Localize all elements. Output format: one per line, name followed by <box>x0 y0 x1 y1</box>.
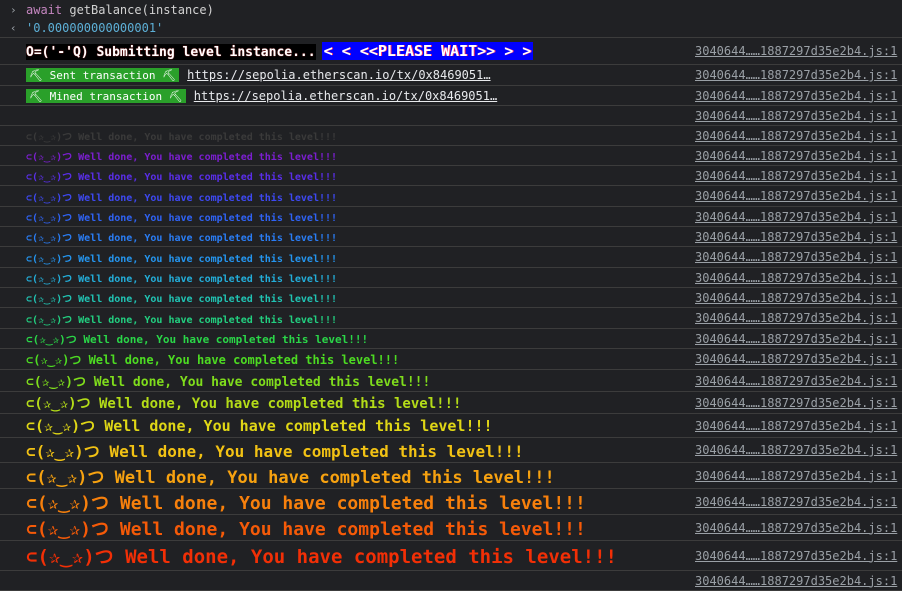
well-done-rows: ⊂(✰‿✰)つ Well done, You have completed th… <box>0 126 902 571</box>
command-call: getBalance(instance) <box>62 2 214 17</box>
source-link[interactable]: 3040644……1887297d35e2b4.js:1 <box>695 149 897 163</box>
log-row-well-done: ⊂(✰‿✰)つ Well done, You have completed th… <box>0 414 902 438</box>
await-keyword: await <box>26 2 63 17</box>
source-link[interactable]: 3040644……1887297d35e2b4.js:1 <box>695 332 897 346</box>
source-link[interactable]: 3040644……1887297d35e2b4.js:1 <box>695 291 897 305</box>
log-row-well-done: ⊂(✰‿✰)つ Well done, You have completed th… <box>0 186 902 207</box>
log-row-well-done: ⊂(✰‿✰)つ Well done, You have completed th… <box>0 329 902 349</box>
console-result-row: ‹ '0.000000000000001' <box>0 19 902 38</box>
source-link[interactable]: 3040644……1887297d35e2b4.js:1 <box>695 271 897 285</box>
log-row-well-done: ⊂(✰‿✰)つ Well done, You have completed th… <box>0 541 902 571</box>
log-row-well-done: ⊂(✰‿✰)つ Well done, You have completed th… <box>0 308 902 329</box>
log-row-well-done: ⊂(✰‿✰)つ Well done, You have completed th… <box>0 438 902 463</box>
log-row-well-done: ⊂(✰‿✰)つ Well done, You have completed th… <box>0 146 902 166</box>
log-row-well-done: ⊂(✰‿✰)つ Well done, You have completed th… <box>0 392 902 414</box>
submitting-text: O=('-'Q) Submitting level instance... <box>26 44 316 60</box>
source-link[interactable]: 3040644……1887297d35e2b4.js:1 <box>695 89 897 103</box>
source-link[interactable]: 3040644……1887297d35e2b4.js:1 <box>695 419 897 433</box>
mined-tx-link[interactable]: https://sepolia.etherscan.io/tx/0x846905… <box>194 89 497 103</box>
log-row-well-done: ⊂(✰‿✰)つ Well done, You have completed th… <box>0 515 902 541</box>
source-link[interactable]: 3040644……1887297d35e2b4.js:1 <box>695 443 897 457</box>
sent-transaction-badge: ⛏ Sent transaction ⛏ <box>26 68 180 82</box>
source-link[interactable]: 3040644……1887297d35e2b4.js:1 <box>695 352 897 366</box>
source-link[interactable]: 3040644……1887297d35e2b4.js:1 <box>695 495 897 509</box>
result-value: '0.000000000000001' <box>26 21 164 35</box>
source-link[interactable]: 3040644……1887297d35e2b4.js:1 <box>695 129 897 143</box>
source-link[interactable]: 3040644……1887297d35e2b4.js:1 <box>695 109 897 123</box>
log-row-well-done: ⊂(✰‿✰)つ Well done, You have completed th… <box>0 166 902 186</box>
console-command-row: › await getBalance(instance) <box>0 0 902 19</box>
log-row-empty: 3040644……1887297d35e2b4.js:1 <box>0 106 902 126</box>
command-text: await getBalance(instance) <box>26 3 890 17</box>
source-link[interactable]: 3040644……1887297d35e2b4.js:1 <box>695 549 897 563</box>
source-link[interactable]: 3040644……1887297d35e2b4.js:1 <box>695 44 897 58</box>
source-link[interactable]: 3040644……1887297d35e2b4.js:1 <box>695 169 897 183</box>
source-link[interactable]: 3040644……1887297d35e2b4.js:1 <box>695 521 897 535</box>
log-row-empty-last: 3040644……1887297d35e2b4.js:1 <box>0 571 902 591</box>
please-wait-text: < < <<PLEASE WAIT>> > > <box>321 42 534 60</box>
source-link[interactable]: 3040644……1887297d35e2b4.js:1 <box>695 250 897 264</box>
log-row-sent-tx: ⛏ Sent transaction ⛏ https://sepolia.ethe… <box>0 65 902 86</box>
log-row-submitting: O=('-'Q) Submitting level instance... < <… <box>0 38 902 65</box>
log-row-mined-tx: ⛏ Mined transaction ⛏ https://sepolia.eth… <box>0 86 902 106</box>
source-link[interactable]: 3040644……1887297d35e2b4.js:1 <box>695 210 897 224</box>
log-row-well-done: ⊂(✰‿✰)つ Well done, You have completed th… <box>0 268 902 288</box>
source-link[interactable]: 3040644……1887297d35e2b4.js:1 <box>695 189 897 203</box>
source-link[interactable]: 3040644……1887297d35e2b4.js:1 <box>695 374 897 388</box>
sent-tx-link[interactable]: https://sepolia.etherscan.io/tx/0x846905… <box>187 68 490 82</box>
source-link[interactable]: 3040644……1887297d35e2b4.js:1 <box>695 396 897 410</box>
log-row-well-done: ⊂(✰‿✰)つ Well done, You have completed th… <box>0 370 902 392</box>
log-row-well-done: ⊂(✰‿✰)つ Well done, You have completed th… <box>0 349 902 370</box>
source-link[interactable]: 3040644……1887297d35e2b4.js:1 <box>695 230 897 244</box>
devtools-console: › await getBalance(instance) ‹ '0.000000… <box>0 0 902 591</box>
chevron-right-icon: › <box>10 3 17 16</box>
log-row-well-done: ⊂(✰‿✰)つ Well done, You have completed th… <box>0 126 902 146</box>
log-row-well-done: ⊂(✰‿✰)つ Well done, You have completed th… <box>0 463 902 489</box>
mined-transaction-badge: ⛏ Mined transaction ⛏ <box>26 88 186 103</box>
log-row-well-done: ⊂(✰‿✰)つ Well done, You have completed th… <box>0 227 902 247</box>
source-link[interactable]: 3040644……1887297d35e2b4.js:1 <box>695 68 897 82</box>
result-text: '0.000000000000001' <box>26 21 890 35</box>
source-link[interactable]: 3040644……1887297d35e2b4.js:1 <box>695 574 897 588</box>
log-row-well-done: ⊂(✰‿✰)つ Well done, You have completed th… <box>0 207 902 227</box>
log-row-well-done: ⊂(✰‿✰)つ Well done, You have completed th… <box>0 288 902 308</box>
chevron-left-icon: ‹ <box>10 21 17 35</box>
log-row-well-done: ⊂(✰‿✰)つ Well done, You have completed th… <box>0 247 902 268</box>
log-row-well-done: ⊂(✰‿✰)つ Well done, You have completed th… <box>0 489 902 515</box>
source-link[interactable]: 3040644……1887297d35e2b4.js:1 <box>695 311 897 325</box>
source-link[interactable]: 3040644……1887297d35e2b4.js:1 <box>695 469 897 483</box>
